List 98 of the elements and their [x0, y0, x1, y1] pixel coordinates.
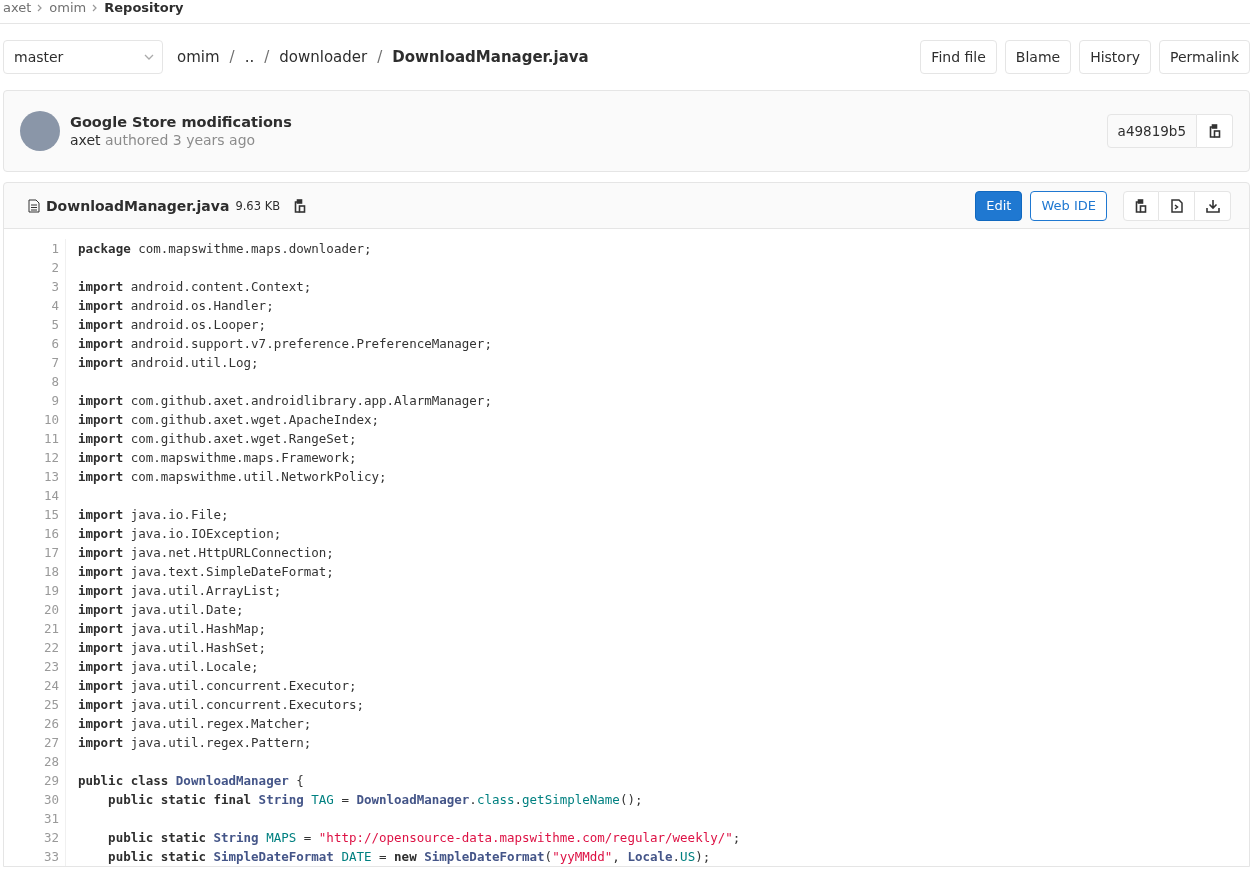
copy-sha-button[interactable] — [1197, 114, 1233, 148]
line-number[interactable]: 13 — [4, 467, 59, 486]
line-number[interactable]: 16 — [4, 524, 59, 543]
caret-icon — [144, 54, 154, 60]
file-name: DownloadManager.java — [46, 197, 230, 214]
line-number[interactable]: 17 — [4, 543, 59, 562]
code-line: import java.util.HashMap; — [78, 620, 268, 638]
code-line: import java.util.regex.Pattern; — [78, 734, 313, 752]
raw-file-icon — [1170, 198, 1183, 213]
code-line: import java.util.concurrent.Executors; — [78, 696, 365, 714]
line-number[interactable]: 15 — [4, 505, 59, 524]
code-line: import com.github.axet.wget.RangeSet; — [78, 430, 358, 448]
line-number[interactable]: 27 — [4, 733, 59, 752]
code-line: import android.content.Context; — [78, 278, 313, 296]
raw-file-button[interactable] — [1159, 190, 1195, 221]
code-line: import java.util.ArrayList; — [78, 582, 283, 600]
breadcrumb-link[interactable]: axet — [3, 0, 32, 15]
copy-contents-button[interactable] — [1123, 190, 1159, 221]
download-button[interactable] — [1195, 190, 1231, 221]
file-size: 9.63 KB — [235, 198, 281, 213]
code-line: import java.util.Locale; — [78, 658, 260, 676]
code-line: public static final String TAG = DownloadManager.class.getSimpleName(); — [107, 791, 644, 809]
path-link[interactable]: .. — [244, 48, 255, 66]
code-line: import java.net.HttpURLConnection; — [78, 544, 335, 562]
avatar — [20, 111, 60, 151]
clipboard-icon — [1208, 124, 1221, 138]
file-action-button[interactable]: History — [1079, 40, 1151, 74]
line-number[interactable]: 3 — [4, 277, 59, 296]
chevron-icon — [92, 3, 99, 12]
code-line: import java.util.HashSet; — [78, 639, 268, 657]
code-line: import com.mapswithme.util.NetworkPolicy; — [78, 468, 388, 486]
line-number[interactable]: 31 — [4, 809, 59, 828]
line-number[interactable]: 10 — [4, 410, 59, 429]
code-line: public class DownloadManager { — [78, 772, 305, 790]
file-action-button[interactable]: Blame — [1004, 40, 1072, 74]
line-number[interactable]: 8 — [4, 372, 59, 391]
line-number[interactable]: 33 — [4, 847, 59, 866]
line-number[interactable]: 18 — [4, 562, 59, 581]
line-number[interactable]: 30 — [4, 790, 59, 809]
line-number[interactable]: 20 — [4, 600, 59, 619]
file-action-button[interactable]: Find file — [920, 40, 997, 74]
path-separator: / — [229, 48, 235, 66]
edit-button[interactable]: Edit — [975, 190, 1023, 221]
code-line: package com.mapswithme.maps.downloader; — [78, 240, 373, 258]
line-number[interactable]: 32 — [4, 828, 59, 847]
code-line: import android.util.Log; — [78, 354, 260, 372]
line-number[interactable]: 21 — [4, 619, 59, 638]
line-number[interactable]: 22 — [4, 638, 59, 657]
line-number[interactable]: 19 — [4, 581, 59, 600]
line-number[interactable]: 6 — [4, 334, 59, 353]
commit-time: authored 3 years ago — [105, 132, 256, 148]
line-number[interactable]: 5 — [4, 315, 59, 334]
breadcrumb-link[interactable]: Repository — [104, 0, 184, 15]
code-line: public static String MAPS = "http://opensource-data.mapswithme.com/regular/weekly/"; — [107, 829, 742, 847]
web-ide-button[interactable]: Web IDE — [1030, 190, 1107, 221]
path-separator: / — [264, 48, 270, 66]
line-number[interactable]: 12 — [4, 448, 59, 467]
path-link[interactable]: downloader — [279, 48, 368, 66]
line-number[interactable]: 25 — [4, 695, 59, 714]
download-icon — [1205, 198, 1220, 213]
commit-sha[interactable]: a49819b5 — [1106, 114, 1197, 148]
line-number[interactable]: 23 — [4, 657, 59, 676]
path-separator: / — [377, 48, 383, 66]
branch-select[interactable]: master — [3, 40, 163, 74]
line-number[interactable]: 26 — [4, 714, 59, 733]
line-number[interactable]: 29 — [4, 771, 59, 790]
commit-author[interactable]: axet — [70, 132, 101, 148]
breadcrumb-link[interactable]: omim — [49, 0, 87, 15]
code-line: import android.os.Handler; — [78, 297, 275, 315]
chevron-icon — [37, 3, 44, 12]
line-number[interactable]: 11 — [4, 429, 59, 448]
commit-title[interactable]: Google Store modifications — [70, 114, 292, 130]
line-number[interactable]: 14 — [4, 486, 59, 505]
code-line: import android.support.v7.preference.PreferenceManager; — [78, 335, 493, 353]
file-action-button[interactable]: Permalink — [1158, 40, 1250, 74]
code-line: import java.io.IOException; — [78, 525, 283, 543]
code-line: import java.util.Date; — [78, 601, 245, 619]
code-line: import com.mapswithme.maps.Framework; — [78, 449, 358, 467]
clipboard-icon — [1135, 198, 1147, 213]
copy-path-icon — [294, 198, 307, 213]
code-line: public static SimpleDateFormat DATE = new SimpleDateFormat("yyMMdd", Locale.US); — [107, 848, 712, 866]
line-number[interactable]: 28 — [4, 752, 59, 771]
path-link[interactable]: DownloadManager.java — [392, 48, 589, 66]
line-number[interactable]: 4 — [4, 296, 59, 315]
code-line: import java.io.File; — [78, 506, 230, 524]
line-number[interactable]: 2 — [4, 258, 59, 277]
code-line: import java.util.concurrent.Executor; — [78, 677, 358, 695]
code-line: import android.os.Looper; — [78, 316, 268, 334]
path-link[interactable]: omim — [177, 48, 220, 66]
line-number[interactable]: 9 — [4, 391, 59, 410]
line-number[interactable]: 7 — [4, 353, 59, 372]
line-number[interactable]: 1 — [4, 239, 59, 258]
code-line: import java.util.regex.Matcher; — [78, 715, 313, 733]
code-line: import com.github.axet.wget.ApacheIndex; — [78, 411, 381, 429]
file-icon — [28, 198, 40, 213]
code-line: import java.text.SimpleDateFormat; — [78, 563, 335, 581]
line-number[interactable]: 24 — [4, 676, 59, 695]
code-line: import com.github.axet.androidlibrary.app.AlarmManager; — [78, 392, 493, 410]
